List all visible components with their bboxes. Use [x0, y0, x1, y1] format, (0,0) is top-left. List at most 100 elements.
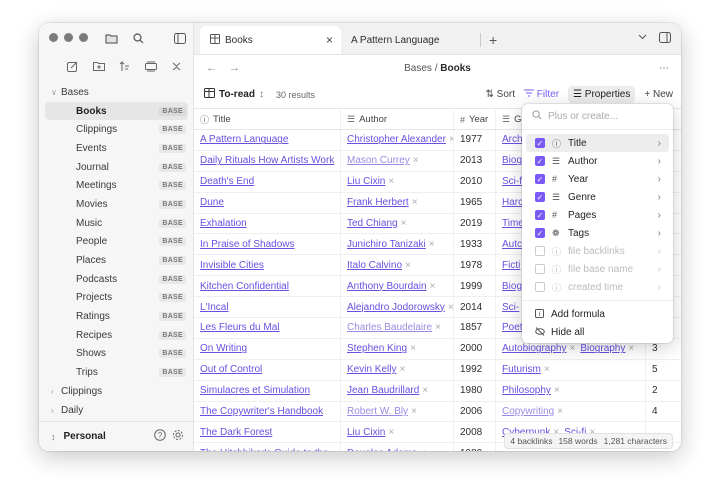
help-icon[interactable]: ?: [154, 429, 166, 444]
property-item-genre[interactable]: ✓ ☰ Genre ›: [526, 188, 669, 206]
title-link[interactable]: A Pattern Language: [200, 134, 288, 145]
genre-link[interactable]: Sci-: [502, 302, 519, 313]
checkbox-checked[interactable]: ✓: [535, 174, 545, 184]
genre-link[interactable]: Harc: [502, 197, 523, 208]
genre-link[interactable]: Philosophy: [502, 385, 551, 396]
sidebar-item-recipes[interactable]: Recipes BASE: [39, 326, 194, 345]
title-link[interactable]: Kitchen Confidential: [200, 281, 289, 292]
checkbox-checked[interactable]: ✓: [535, 210, 545, 220]
remove-value-icon[interactable]: ×: [420, 448, 426, 451]
title-link[interactable]: Simulacres et Simulation: [200, 385, 310, 396]
author-link[interactable]: Mason Currey: [347, 155, 410, 166]
remove-value-icon[interactable]: ×: [557, 406, 563, 417]
property-item-title[interactable]: ✓ ⓘ Title ›: [526, 134, 669, 152]
sidebar-item-ratings[interactable]: Ratings BASE: [39, 307, 194, 326]
folder-clippings[interactable]: › Clippings: [39, 382, 194, 401]
column-header-year[interactable]: # Year: [454, 110, 496, 129]
title-link[interactable]: The Copywriter's Handbook: [200, 406, 323, 417]
genre-link[interactable]: Biog: [502, 281, 522, 292]
remove-value-icon[interactable]: ×: [388, 176, 394, 187]
genre-link[interactable]: Ficti: [502, 260, 520, 271]
checkbox-checked[interactable]: ✓: [535, 138, 545, 148]
title-link[interactable]: Death's End: [200, 176, 254, 187]
hide-all-button[interactable]: Hide all: [522, 323, 673, 341]
more-options-icon[interactable]: ⋯: [659, 63, 669, 74]
remove-value-icon[interactable]: ×: [570, 343, 576, 354]
sidebar-item-projects[interactable]: Projects BASE: [39, 289, 194, 308]
genre-link[interactable]: Futurism: [502, 364, 541, 375]
sidebar-item-meetings[interactable]: Meetings BASE: [39, 176, 194, 195]
minimize-window-button[interactable]: [64, 33, 73, 42]
title-link[interactable]: Dune: [200, 197, 224, 208]
new-folder-icon[interactable]: [90, 58, 107, 74]
sidebar-toggle-icon[interactable]: [171, 30, 188, 46]
title-link[interactable]: Daily Rituals How Artists Work: [200, 155, 334, 166]
author-link[interactable]: Alejandro Jodorowsky: [347, 302, 445, 313]
title-link[interactable]: L'Incal: [200, 302, 229, 313]
author-link[interactable]: Liu Cixin: [347, 427, 385, 438]
checkbox-unchecked[interactable]: [535, 264, 545, 274]
author-link[interactable]: Charles Baudelaire: [347, 322, 432, 333]
remove-value-icon[interactable]: ×: [401, 218, 407, 229]
property-item-pages[interactable]: ✓ # Pages ›: [526, 206, 669, 224]
title-link[interactable]: On Writing: [200, 343, 247, 354]
checkbox-unchecked[interactable]: [535, 282, 545, 292]
remove-value-icon[interactable]: ×: [429, 239, 435, 250]
author-link[interactable]: Ted Chiang: [347, 218, 398, 229]
property-item-created-time[interactable]: ⓘ created time ›: [526, 278, 669, 296]
remove-value-icon[interactable]: ×: [430, 281, 436, 292]
author-link[interactable]: Douglas Adams: [347, 448, 417, 451]
new-note-icon[interactable]: [64, 58, 81, 74]
folder-daily[interactable]: › Daily: [39, 401, 194, 420]
property-item-author[interactable]: ✓ ☰ Author ›: [526, 152, 669, 170]
tab-books[interactable]: Books ×: [200, 26, 341, 54]
title-link[interactable]: Out of Control: [200, 364, 262, 375]
properties-button[interactable]: ☰ Properties: [568, 86, 636, 103]
author-link[interactable]: Anthony Bourdain: [347, 281, 427, 292]
checkbox-checked[interactable]: ✓: [535, 228, 545, 238]
files-icon[interactable]: [103, 30, 120, 46]
remove-value-icon[interactable]: ×: [413, 155, 419, 166]
close-tab-icon[interactable]: ×: [326, 33, 333, 47]
remove-value-icon[interactable]: ×: [388, 427, 394, 438]
remove-value-icon[interactable]: ×: [554, 385, 560, 396]
author-link[interactable]: Liu Cixin: [347, 176, 385, 187]
tab-a-pattern-language[interactable]: A Pattern Language: [341, 26, 481, 54]
breadcrumb-parent[interactable]: Bases: [404, 63, 432, 74]
view-selector[interactable]: To-read ↕: [204, 88, 264, 101]
remove-value-icon[interactable]: ×: [422, 385, 428, 396]
remove-value-icon[interactable]: ×: [411, 406, 417, 417]
sort-button[interactable]: ⇅ Sort: [486, 89, 516, 100]
genre-link[interactable]: Copywriting: [502, 406, 554, 417]
remove-value-icon[interactable]: ×: [544, 364, 550, 375]
filter-button[interactable]: Filter: [524, 89, 559, 100]
sidebar-item-clippings[interactable]: Clippings BASE: [39, 120, 194, 139]
genre-link[interactable]: Autc: [502, 239, 522, 250]
remove-value-icon[interactable]: ×: [448, 302, 453, 313]
genre-link[interactable]: Biography: [580, 343, 625, 354]
zoom-window-button[interactable]: [79, 33, 88, 42]
genre-link[interactable]: Poet: [502, 322, 523, 333]
property-item-file-backlinks[interactable]: ⓘ file backlinks ›: [526, 242, 669, 260]
genre-link[interactable]: Arch: [502, 134, 523, 145]
sidebar-item-people[interactable]: People BASE: [39, 233, 194, 252]
right-sidebar-toggle-icon[interactable]: [659, 32, 671, 46]
title-link[interactable]: The Hitchhiker's Guide to the: [200, 448, 329, 451]
add-formula-button[interactable]: f Add formula: [522, 305, 673, 323]
remove-value-icon[interactable]: ×: [405, 260, 411, 271]
author-link[interactable]: Kevin Kelly: [347, 364, 396, 375]
author-link[interactable]: Junichiro Tanizaki: [347, 239, 426, 250]
remove-value-icon[interactable]: ×: [435, 322, 441, 333]
forward-arrow-icon[interactable]: →: [229, 62, 240, 74]
title-link[interactable]: The Dark Forest: [200, 427, 272, 438]
new-button[interactable]: + New: [644, 89, 673, 100]
checkbox-checked[interactable]: ✓: [535, 192, 545, 202]
genre-link[interactable]: Biog: [502, 155, 522, 166]
column-header-title[interactable]: ⓘ Title: [194, 110, 341, 129]
remove-value-icon[interactable]: ×: [410, 343, 416, 354]
title-link[interactable]: In Praise of Shadows: [200, 239, 295, 250]
close-icon[interactable]: [168, 58, 185, 74]
vault-switcher[interactable]: ↕ Personal ?: [39, 421, 194, 451]
author-link[interactable]: Frank Herbert: [347, 197, 409, 208]
sidebar-item-podcasts[interactable]: Podcasts BASE: [39, 270, 194, 289]
